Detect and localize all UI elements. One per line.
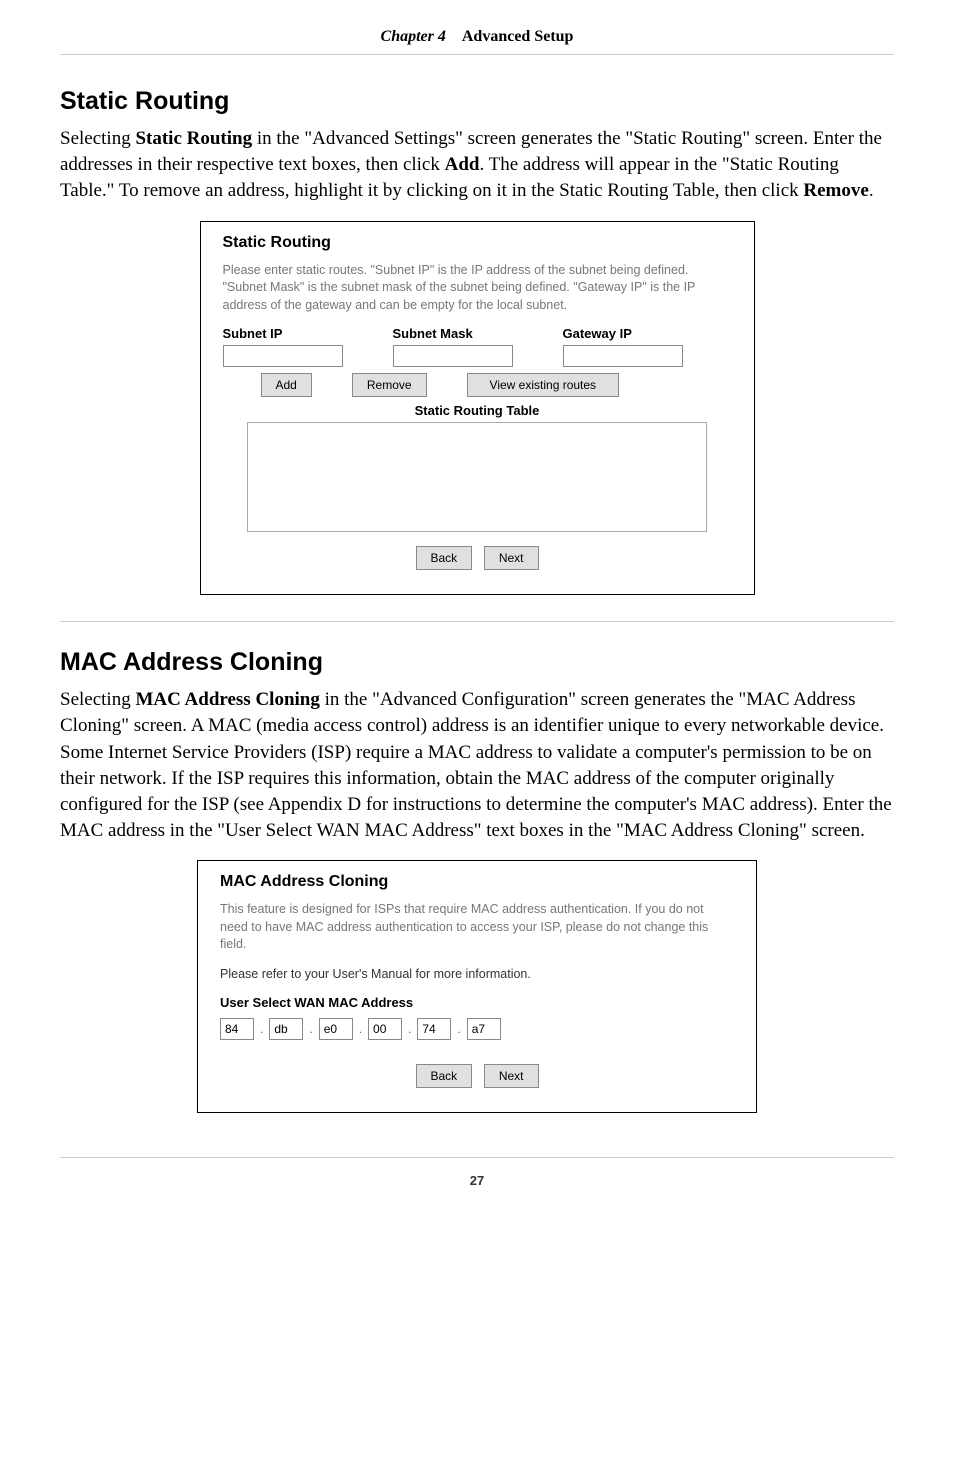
static-routing-table[interactable] [247,422,707,532]
mac-octet-4[interactable] [368,1018,402,1040]
mac-octet-5[interactable] [417,1018,451,1040]
mac-octet-6[interactable] [467,1018,501,1040]
section2-paragraph: Selecting MAC Address Cloning in the "Ad… [60,687,894,844]
mac-cloning-screenshot: MAC Address Cloning This feature is desi… [197,860,757,1113]
page-number: 27 [470,1173,484,1188]
back-button[interactable]: Back [416,1064,473,1088]
mac-octet-3[interactable] [319,1018,353,1040]
gateway-ip-input[interactable] [563,345,683,367]
shot-desc: Please enter static routes. "Subnet IP" … [223,262,732,315]
add-button[interactable]: Add [261,373,312,397]
shot-title: Static Routing [223,234,732,252]
subnet-ip-label: Subnet IP [223,326,343,341]
shot-title: MAC Address Cloning [220,873,734,891]
mac-address-fields: . . . . . [220,1018,734,1040]
section-heading-static-routing: Static Routing [60,87,894,116]
section-heading-mac-cloning: MAC Address Cloning [60,648,894,677]
subnet-mask-label: Subnet Mask [393,326,513,341]
subnet-ip-input[interactable] [223,345,343,367]
view-existing-routes-button[interactable]: View existing routes [467,373,620,397]
gateway-ip-label: Gateway IP [563,326,683,341]
mac-octet-2[interactable] [269,1018,303,1040]
user-select-wan-mac-label: User Select WAN MAC Address [220,995,734,1010]
remove-button[interactable]: Remove [352,373,427,397]
mac-octet-1[interactable] [220,1018,254,1040]
back-button[interactable]: Back [416,546,473,570]
divider [60,621,894,622]
static-routing-table-label: Static Routing Table [223,403,732,418]
page-footer: 27 [60,1137,894,1188]
section1-paragraph: Selecting Static Routing in the "Advance… [60,126,894,205]
shot-desc2: Please refer to your User's Manual for m… [220,966,734,984]
chapter-label: Chapter 4 [381,28,446,45]
static-routing-screenshot: Static Routing Please enter static route… [200,221,755,596]
next-button[interactable]: Next [484,1064,539,1088]
subnet-mask-input[interactable] [393,345,513,367]
next-button[interactable]: Next [484,546,539,570]
chapter-title: Advanced Setup [462,28,574,45]
divider [60,54,894,55]
shot-desc1: This feature is designed for ISPs that r… [220,901,734,954]
